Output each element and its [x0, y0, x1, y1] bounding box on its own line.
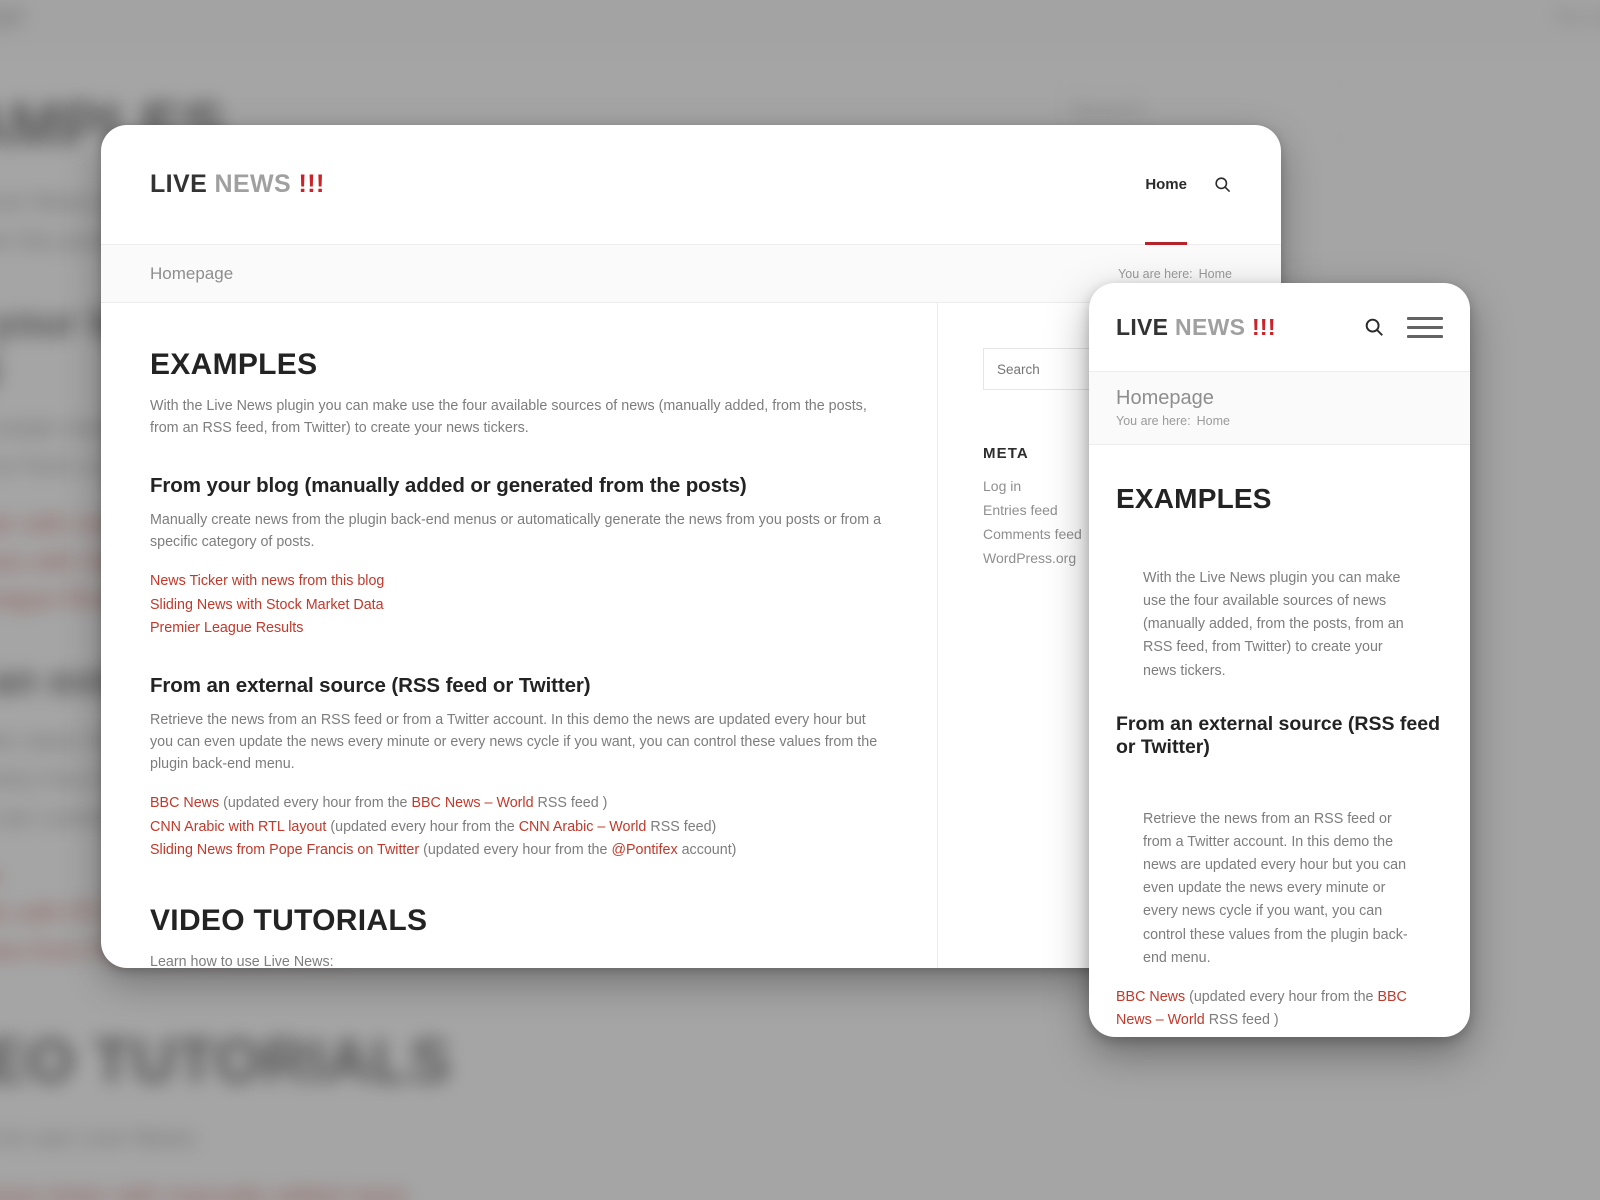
- row-mid-text: (updated every hour from the: [1185, 988, 1378, 1005]
- logo-word-news: NEWS: [214, 170, 292, 198]
- mobile-breadcrumb-prefix: You are here:: [1116, 414, 1191, 428]
- background-breadcrumb-right: You are here: Home: [1551, 6, 1600, 28]
- list-item: BBC News (updated every hour from the BB…: [1116, 986, 1443, 1032]
- link-bbc-news-world[interactable]: BBC News – World: [411, 795, 533, 811]
- mobile-header-icons: [1363, 316, 1443, 338]
- mobile-site-logo[interactable]: LIVE NEWS !!!: [1116, 314, 1276, 341]
- list-item: News Ticker with news from this blog: [150, 570, 888, 593]
- row-tail-text: account): [677, 841, 737, 858]
- hamburger-bar: [1407, 325, 1443, 329]
- hamburger-bar: [1407, 316, 1443, 320]
- section-heading-video-tutorials: VIDEO TUTORIALS: [150, 903, 428, 937]
- link-cnn-arabic-rtl[interactable]: CNN Arabic with RTL layout: [150, 819, 326, 835]
- link-sliding-news-stock[interactable]: Sliding News with Stock Market Data: [150, 597, 384, 613]
- list-item: Sliding News with Stock Market Data: [150, 594, 888, 617]
- section-heading-from-your-blog: From your blog (manually added or genera…: [150, 473, 747, 497]
- section-heading-external-source: From an external source (RSS feed or Twi…: [150, 673, 591, 697]
- link-pontifex[interactable]: @Pontifex: [611, 842, 677, 858]
- background-breadcrumb-title: Homepage: [0, 0, 27, 31]
- mobile-intro-paragraph: With the Live News plugin you can make u…: [1143, 570, 1404, 679]
- link-news-ticker-blog[interactable]: News Ticker with news from this blog: [150, 573, 384, 589]
- mobile-logo-word-news: NEWS: [1175, 313, 1246, 340]
- breadcrumb-prefix: You are here:: [1118, 266, 1193, 281]
- mobile-section-heading-external-source: From an external source (RSS feed or Twi…: [1116, 712, 1441, 758]
- mobile-main-content: EXAMPLES With the Live News plugin you c…: [1089, 445, 1470, 1037]
- section-body-from-your-blog: Manually create news from the plugin bac…: [150, 511, 882, 550]
- list-item: Sliding News from Pope Francis on Twitte…: [150, 839, 888, 862]
- external-example-links: BBC News (updated every hour from the BB…: [150, 792, 888, 861]
- mobile-external-example-links: BBC News (updated every hour from the BB…: [1116, 986, 1443, 1037]
- link-bbc-news[interactable]: BBC News: [150, 795, 219, 811]
- hamburger-bar: [1407, 334, 1443, 338]
- mobile-breadcrumb-bar: Homepage You are here: Home: [1089, 371, 1470, 445]
- nav-item-home-label: Home: [1145, 176, 1187, 193]
- list-item: Premier League Results: [150, 617, 888, 640]
- link-sliding-news-pope[interactable]: Sliding News from Pope Francis on Twitte…: [150, 842, 419, 858]
- row-tail-text: RSS feed): [646, 818, 717, 835]
- desktop-main-nav: Home: [1145, 125, 1232, 245]
- row-tail-text: RSS feed ): [533, 795, 608, 812]
- desktop-site-header: LIVE NEWS !!! Home: [101, 125, 1281, 245]
- mobile-logo-word-live: LIVE: [1116, 313, 1169, 340]
- hamburger-menu-icon[interactable]: [1407, 316, 1443, 338]
- mobile-logo-exclamations: !!!: [1251, 313, 1276, 340]
- list-item: CNN Arabic with RTL layout (updated ever…: [1116, 1033, 1443, 1037]
- background-breadcrumb-bar: Homepage You are here: Home: [0, 0, 1600, 53]
- mobile-breadcrumb-page-title: Homepage: [1116, 387, 1214, 409]
- intro-paragraph: With the Live News plugin you can make u…: [150, 398, 867, 436]
- row-mid-text: (updated every hour from the: [326, 818, 519, 835]
- page-title: EXAMPLES: [150, 348, 318, 381]
- mobile-site-header: LIVE NEWS !!!: [1089, 283, 1470, 371]
- mobile-link-cnn-arabic-rtl[interactable]: CNN Arabic with RTL layout: [1116, 1036, 1292, 1037]
- section-body-external-source: Retrieve the news from an RSS feed or fr…: [150, 711, 878, 772]
- mobile-breadcrumb-current[interactable]: Home: [1197, 414, 1230, 428]
- row-mid-text: (updated every hour from the: [219, 795, 412, 812]
- breadcrumb: You are here: Home: [1118, 267, 1232, 281]
- mobile-page-title: EXAMPLES: [1116, 483, 1272, 514]
- row-mid-text: (updated every hour from the: [419, 841, 612, 858]
- mobile-breadcrumb: You are here: Home: [1116, 414, 1443, 428]
- desktop-main-content: EXAMPLES With the Live News plugin you c…: [101, 303, 937, 968]
- breadcrumb-current[interactable]: Home: [1199, 267, 1232, 281]
- mobile-link-bbc-news[interactable]: BBC News: [1116, 989, 1185, 1005]
- logo-exclamations: !!!: [298, 170, 325, 198]
- search-icon[interactable]: [1363, 316, 1385, 338]
- logo-word-live: LIVE: [150, 170, 208, 198]
- link-premier-league[interactable]: Premier League Results: [150, 620, 303, 636]
- search-icon[interactable]: [1213, 175, 1232, 194]
- nav-item-home[interactable]: Home: [1145, 125, 1187, 245]
- breadcrumb-page-title: Homepage: [150, 263, 234, 283]
- section-body-video-tutorials: Learn how to use Live News:: [150, 953, 334, 968]
- list-item: BBC News (updated every hour from the BB…: [150, 792, 888, 815]
- blog-example-links: News Ticker with news from this blog Sli…: [150, 570, 888, 639]
- list-item: CNN Arabic with RTL layout (updated ever…: [150, 816, 888, 839]
- mobile-preview-card: LIVE NEWS !!! Homepage You are here: Home: [1089, 283, 1470, 1037]
- row-tail-text: RSS feed ): [1204, 1011, 1279, 1028]
- link-cnn-arabic-world[interactable]: CNN Arabic – World: [519, 819, 647, 835]
- mobile-section-body-external-source: Retrieve the news from an RSS feed or fr…: [1143, 810, 1408, 966]
- site-logo[interactable]: LIVE NEWS !!!: [150, 170, 325, 199]
